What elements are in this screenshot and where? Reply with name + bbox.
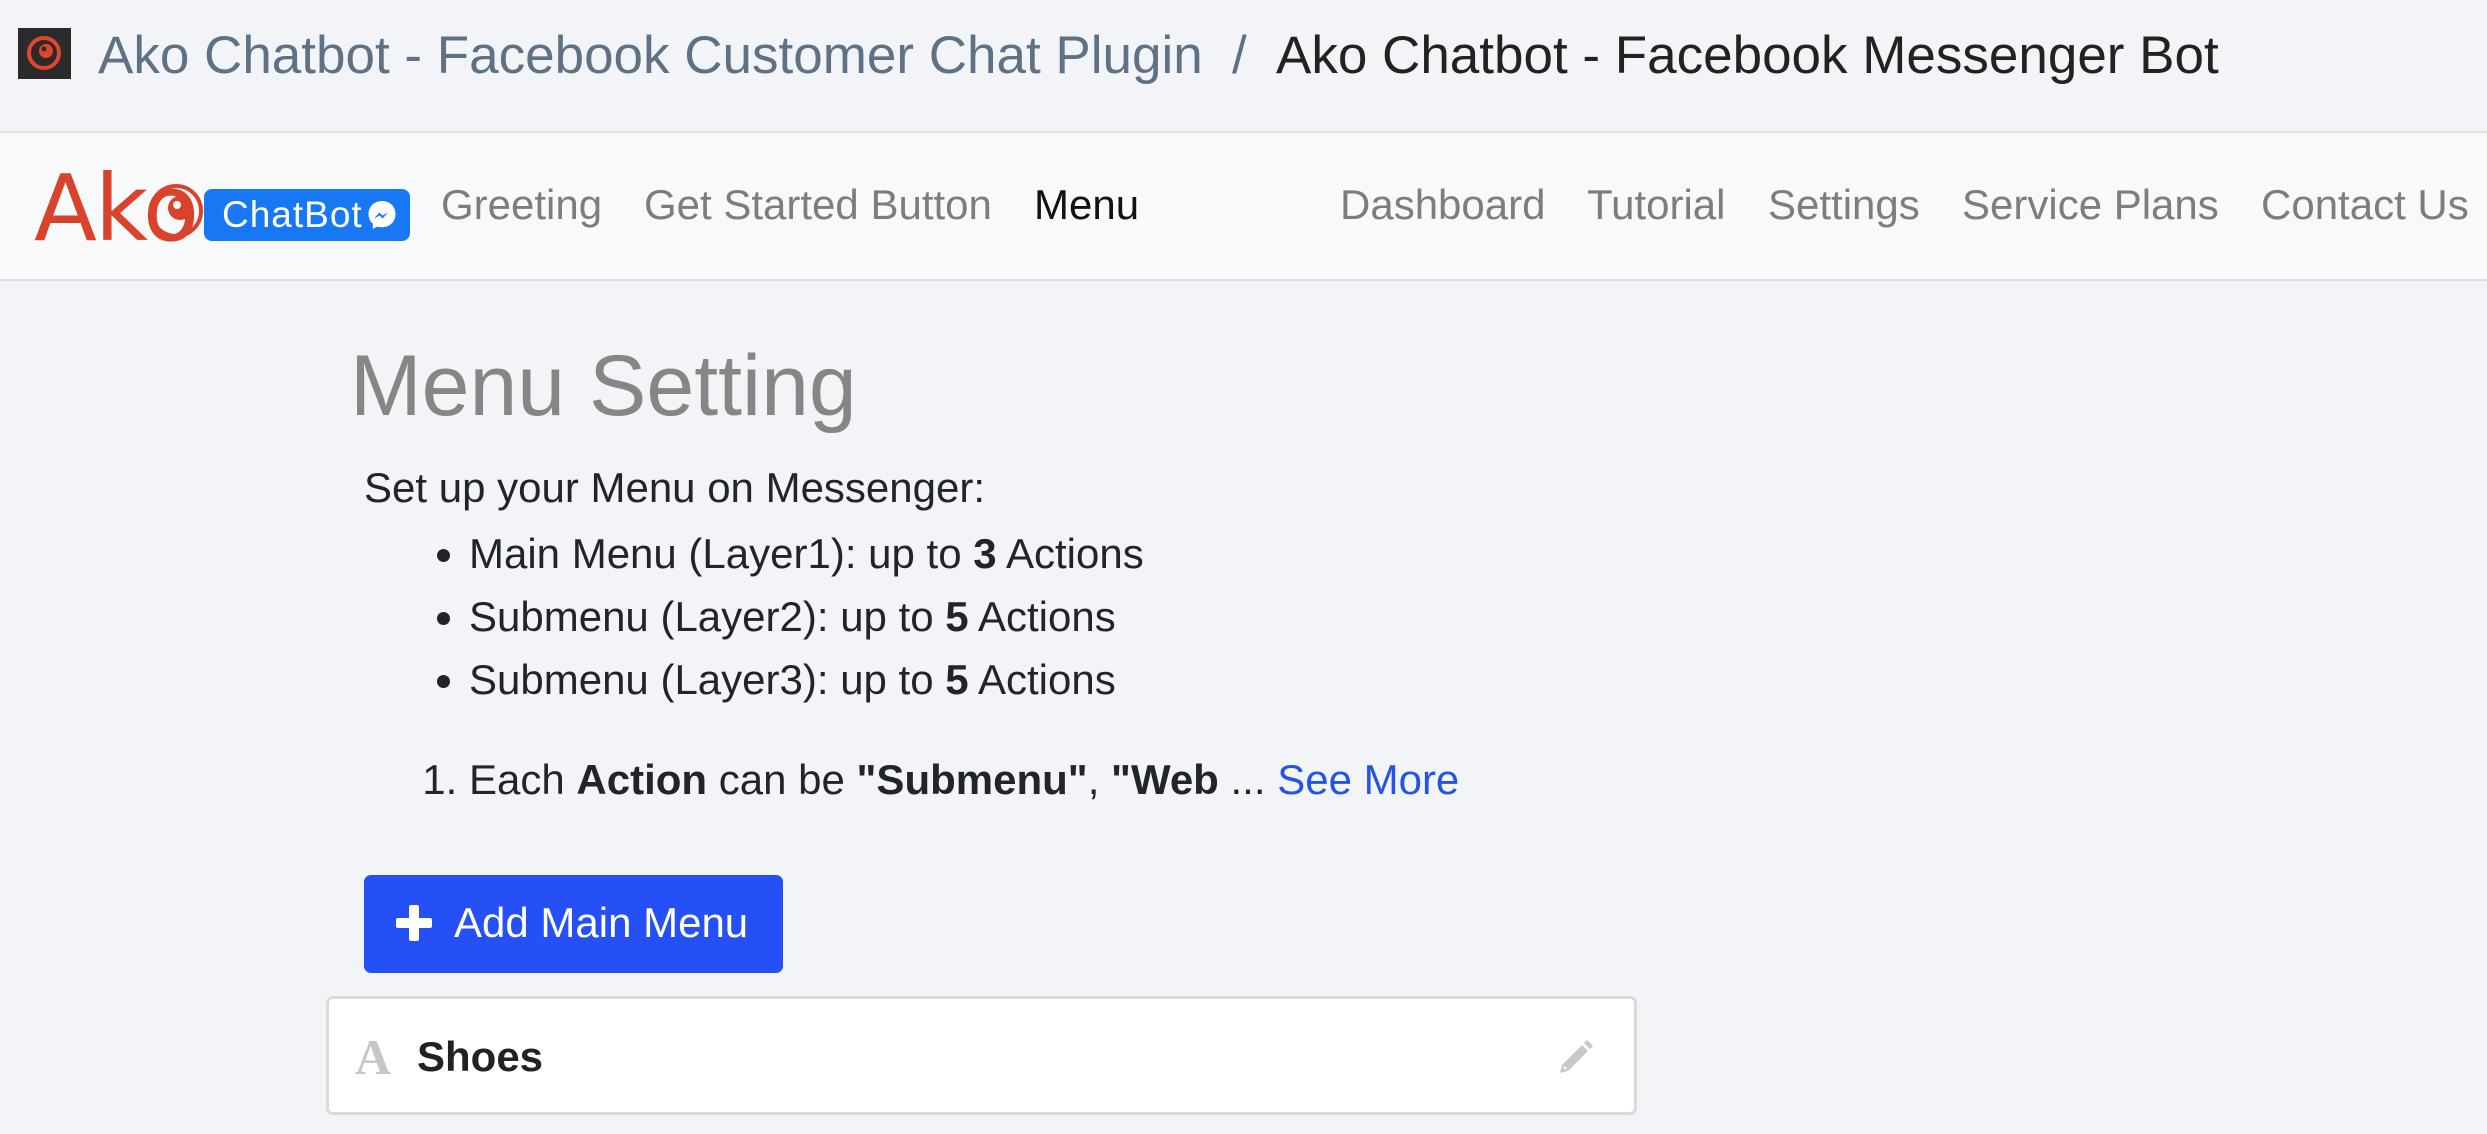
limit-text: Submenu (Layer2): up to	[469, 593, 946, 640]
note-bold: Action	[576, 756, 708, 803]
limit-suffix: Actions	[996, 530, 1144, 577]
menu-item-name: Shoes	[417, 1033, 544, 1080]
plus-icon	[396, 905, 432, 941]
limit-item-main-menu: Main Menu (Layer1): up to 3 Actions	[469, 522, 1144, 585]
limit-item-submenu-layer3: Submenu (Layer3): up to 5 Actions	[469, 648, 1144, 711]
nav-tutorial[interactable]: Tutorial	[1587, 179, 1726, 231]
breadcrumb-current: Ako Chatbot - Facebook Messenger Bot	[1276, 26, 2219, 85]
pencil-edit-icon[interactable]	[1556, 1037, 1596, 1077]
limit-text: Main Menu (Layer1): up to	[469, 530, 974, 577]
brand-badge: ChatBot	[204, 189, 410, 241]
page-title: Menu Setting	[350, 338, 857, 434]
limit-count: 3	[973, 530, 997, 577]
note-text: ...	[1218, 756, 1278, 803]
note-text: ,	[1087, 756, 1112, 803]
app-logo-icon[interactable]	[18, 28, 71, 79]
brand-eye-icon	[149, 184, 203, 238]
nav-settings[interactable]: Settings	[1768, 179, 1920, 231]
nav-get-started-button[interactable]: Get Started Button	[644, 179, 992, 231]
intro-text: Set up your Menu on Messenger:	[364, 464, 986, 511]
limit-count: 5	[945, 593, 969, 640]
nav-menu[interactable]: Menu	[1034, 179, 1139, 231]
limit-text: Submenu (Layer3): up to	[469, 656, 946, 703]
nav-contact-us[interactable]: Contact Us	[2261, 179, 2469, 231]
action-note-list: Each Action can be "Submenu", "Web ... S…	[364, 754, 1459, 806]
limit-item-submenu-layer2: Submenu (Layer2): up to 5 Actions	[469, 585, 1144, 648]
brand-logo[interactable]: Ako ChatBot	[34, 159, 410, 259]
breadcrumb-bar: Ako Chatbot - Facebook Customer Chat Plu…	[0, 0, 2487, 133]
nav-greeting[interactable]: Greeting	[441, 179, 602, 231]
limit-count: 5	[945, 656, 969, 703]
nav-dashboard[interactable]: Dashboard	[1340, 179, 1545, 231]
breadcrumb-separator: /	[1232, 26, 1247, 85]
brand-badge-label: ChatBot	[222, 194, 363, 235]
breadcrumb-parent-link[interactable]: Ako Chatbot - Facebook Customer Chat Plu…	[98, 24, 1203, 88]
note-text: can be	[707, 756, 857, 803]
note-bold: "Submenu"	[856, 756, 1088, 803]
main-menu-item[interactable]: A Shoes	[326, 996, 1637, 1115]
text-type-icon: A	[355, 1029, 392, 1085]
note-bold: "Web	[1111, 756, 1219, 803]
messenger-icon	[368, 201, 396, 229]
limit-suffix: Actions	[968, 656, 1116, 703]
nav-service-plans[interactable]: Service Plans	[1962, 179, 2219, 231]
note-text: Each	[469, 756, 577, 803]
see-more-link[interactable]: See More	[1277, 756, 1459, 803]
top-navbar: Ako ChatBot Greeting Get Started Button …	[0, 133, 2487, 281]
menu-limits-list: Main Menu (Layer1): up to 3 Actions Subm…	[364, 522, 1144, 711]
add-main-menu-label: Add Main Menu	[454, 899, 749, 946]
action-note: Each Action can be "Submenu", "Web ... S…	[469, 754, 1459, 806]
add-main-menu-button[interactable]: Add Main Menu	[364, 875, 783, 973]
limit-suffix: Actions	[968, 593, 1116, 640]
